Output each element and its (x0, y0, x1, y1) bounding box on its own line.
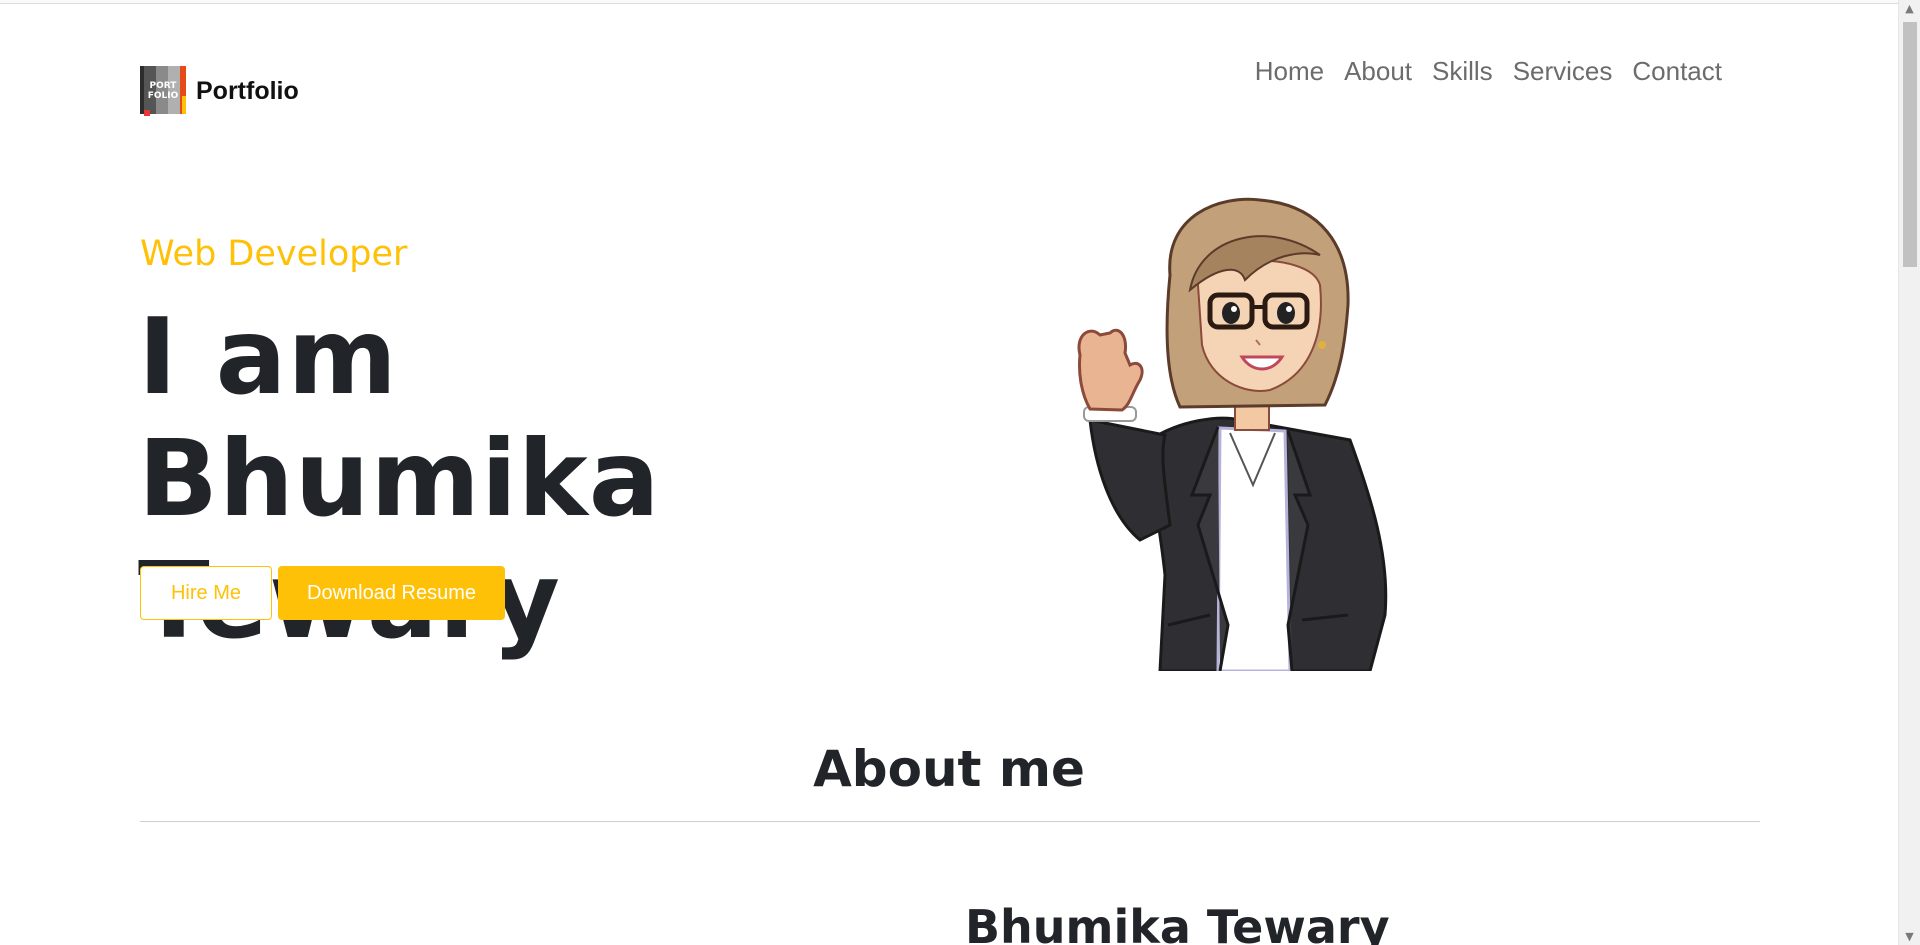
hero-subtitle: Web Developer (140, 234, 408, 274)
nav-about[interactable]: About (1344, 56, 1412, 87)
nav-home[interactable]: Home (1255, 56, 1324, 87)
about-divider (140, 821, 1760, 822)
scrollbar-thumb[interactable] (1903, 22, 1917, 267)
svg-text:PORT: PORT (150, 81, 178, 91)
scroll-up-arrow-icon[interactable]: ▲ (1899, 0, 1920, 17)
svg-text:FOLIO: FOLIO (148, 91, 179, 101)
scroll-down-arrow-icon[interactable]: ▼ (1899, 928, 1920, 945)
download-resume-button[interactable]: Download Resume (278, 566, 505, 620)
page: PORT FOLIO Portfolio Home About Skills S… (0, 0, 1920, 945)
nav-skills[interactable]: Skills (1432, 56, 1493, 87)
hero-title-line-1: I am Bhumika (138, 296, 661, 540)
brand-link[interactable]: PORT FOLIO Portfolio (140, 66, 299, 116)
browser-top-edge (0, 0, 1898, 4)
hire-me-button[interactable]: Hire Me (140, 566, 272, 620)
brand-name: Portfolio (196, 76, 299, 105)
about-name: Bhumika Tewary (965, 900, 1390, 945)
vertical-scrollbar[interactable]: ▲ ▼ (1898, 0, 1920, 945)
portfolio-logo-icon: PORT FOLIO (140, 66, 186, 116)
nav-contact[interactable]: Contact (1632, 56, 1722, 87)
main-nav: Home About Skills Services Contact (1255, 56, 1722, 87)
nav-services[interactable]: Services (1513, 56, 1613, 87)
avatar-illustration (1077, 197, 1388, 671)
about-title: About me (813, 740, 1085, 798)
